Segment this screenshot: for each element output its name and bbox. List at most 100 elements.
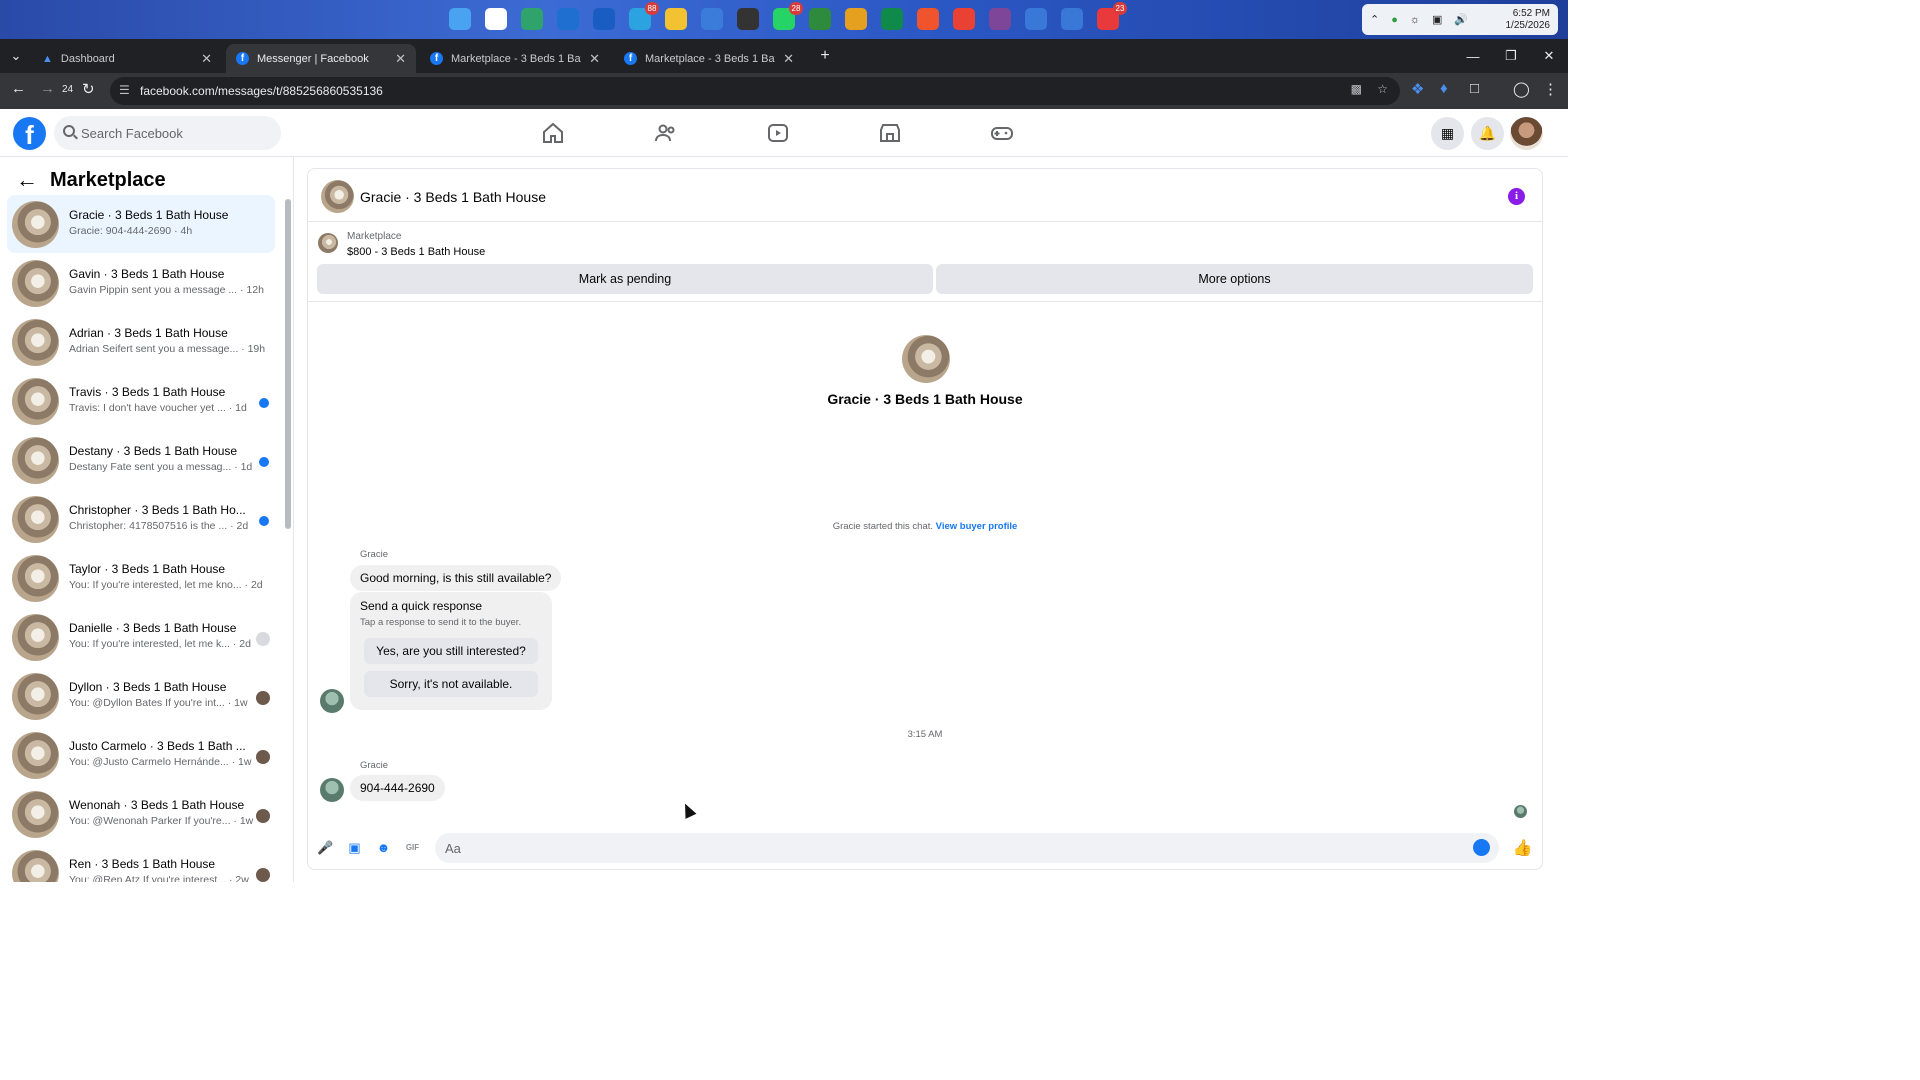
seen-avatar xyxy=(256,868,270,882)
reload-icon[interactable]: ↻ xyxy=(82,80,95,98)
sender-avatar[interactable] xyxy=(320,689,344,713)
view-buyer-profile-link[interactable]: View buyer profile xyxy=(936,521,1018,532)
info-icon[interactable]: i xyxy=(1508,188,1525,205)
search-input[interactable]: Search Facebook xyxy=(54,116,281,150)
tab-marketplace-1[interactable]: f Marketplace - 3 Beds 1 Bath Ho ✕ xyxy=(420,44,610,73)
close-tab-icon[interactable]: ✕ xyxy=(395,51,406,67)
photo-icon[interactable]: ▣ xyxy=(346,839,363,856)
brave-icon[interactable] xyxy=(912,3,944,35)
notifications-bell-icon[interactable]: 🔔 xyxy=(1471,117,1504,150)
brightness-icon[interactable]: ☼ xyxy=(1410,14,1420,26)
ad-app-icon[interactable]: 23 xyxy=(1092,2,1127,35)
minimize-button[interactable]: — xyxy=(1454,39,1492,73)
sail-app-icon[interactable] xyxy=(1020,3,1052,35)
search-icon[interactable] xyxy=(480,3,512,35)
listing-price[interactable]: $800 - 3 Beds 1 Bath House xyxy=(347,246,485,258)
conversation-item[interactable]: Adrian · 3 Beds 1 Bath House Adrian Seife… xyxy=(7,313,275,371)
install-app-icon[interactable]: ▩ xyxy=(1351,82,1362,96)
chevron-up-icon[interactable]: ⌃ xyxy=(1370,13,1379,26)
browser-menu-icon[interactable]: ⋮ xyxy=(1543,80,1558,98)
restore-button[interactable]: ❐ xyxy=(1492,39,1530,73)
volume-icon[interactable]: 🔊 xyxy=(1454,13,1468,26)
tripadvisor-icon[interactable] xyxy=(876,3,908,35)
store-icon[interactable] xyxy=(588,3,620,35)
bookmark-star-icon[interactable]: ☆ xyxy=(1377,82,1388,96)
tab-search-icon[interactable]: ⌄ xyxy=(0,39,32,73)
notepad-icon[interactable] xyxy=(696,3,728,35)
display-icon[interactable]: ▣ xyxy=(1432,13,1442,26)
emoji-icon[interactable] xyxy=(1473,839,1490,856)
file-explorer-icon[interactable] xyxy=(660,3,692,35)
marketplace-icon[interactable] xyxy=(878,121,902,145)
mark-as-pending-button[interactable]: Mark as pending xyxy=(317,264,933,294)
tab-marketplace-2[interactable]: f Marketplace - 3 Beds 1 Bath Ho ✕ xyxy=(614,44,804,73)
profile-icon[interactable]: ◯ xyxy=(1513,80,1530,98)
tab-messenger[interactable]: f Messenger | Facebook ✕ xyxy=(226,44,416,73)
close-tab-icon[interactable]: ✕ xyxy=(589,51,600,67)
close-tab-icon[interactable]: ✕ xyxy=(783,51,794,67)
system-tray[interactable]: ⌃ ● ☼ ▣ 🔊 6:52 PM 1/25/2026 xyxy=(1362,4,1558,35)
sender-avatar[interactable] xyxy=(320,778,344,802)
conversation-item[interactable]: Gracie · 3 Beds 1 Bath House Gracie: 904-… xyxy=(7,195,275,253)
message-bubble[interactable]: 904-444-2690 xyxy=(350,775,445,801)
back-arrow-icon[interactable]: ← xyxy=(11,80,26,97)
friends-icon[interactable] xyxy=(654,121,678,145)
sail-app-2-icon[interactable] xyxy=(1056,3,1088,35)
thumbs-up-icon[interactable]: 👍 xyxy=(1513,839,1533,857)
site-info-icon[interactable]: ☰ xyxy=(119,83,130,97)
conversation-item[interactable]: Destany · 3 Beds 1 Bath House Destany Fat… xyxy=(7,431,275,489)
close-window-button[interactable]: ✕ xyxy=(1530,39,1568,73)
conversation-item[interactable]: Travis · 3 Beds 1 Bath House Travis: I do… xyxy=(7,372,275,430)
lock-app-icon[interactable] xyxy=(804,3,836,35)
edge-icon[interactable] xyxy=(516,3,548,35)
extension-1-icon[interactable]: ❖ xyxy=(1411,80,1424,98)
extension-2-icon[interactable]: ♦ xyxy=(1440,80,1448,97)
close-tab-icon[interactable]: ✕ xyxy=(201,51,212,67)
conversation-item[interactable]: Wenonah · 3 Beds 1 Bath House You: @Wenon… xyxy=(7,785,275,843)
chat-avatar[interactable] xyxy=(321,180,354,213)
message-input[interactable]: Aa xyxy=(435,833,1499,863)
account-avatar[interactable] xyxy=(1510,117,1543,150)
back-arrow-icon[interactable]: ← xyxy=(16,167,38,193)
home-icon[interactable] xyxy=(541,121,565,145)
tor-icon[interactable] xyxy=(984,3,1016,35)
conversation-item[interactable]: Gavin · 3 Beds 1 Bath House Gavin Pippin … xyxy=(7,254,275,312)
facebook-logo-icon[interactable]: f xyxy=(13,117,46,150)
chrome-icon[interactable] xyxy=(948,3,980,35)
gaming-icon[interactable] xyxy=(990,121,1014,145)
back-history-count: 24 xyxy=(62,84,74,95)
sidebar-scrollbar[interactable] xyxy=(285,199,291,529)
forward-arrow-icon[interactable]: → xyxy=(40,80,55,97)
conversation-item[interactable]: Justo Carmelo · 3 Beds 1 Bath ... You: @J… xyxy=(7,726,275,784)
quick-reply-not-available-button[interactable]: Sorry, it's not available. xyxy=(364,671,538,697)
windows-start-icon[interactable] xyxy=(444,3,476,35)
conversation-item[interactable]: Taylor · 3 Beds 1 Bath House You: If you'… xyxy=(7,549,275,607)
whatsapp-icon[interactable]: 28 xyxy=(768,2,803,35)
more-options-button[interactable]: More options xyxy=(936,264,1533,294)
conversation-name: Destany · 3 Beds 1 Bath House xyxy=(69,444,238,458)
network-status-icon[interactable]: ● xyxy=(1391,14,1398,26)
menu-grid-icon[interactable]: ▦ xyxy=(1431,117,1464,150)
video-icon[interactable] xyxy=(766,121,790,145)
microphone-icon[interactable]: 🎤 xyxy=(317,839,334,856)
conversation-item[interactable]: Christopher · 3 Beds 1 Bath Ho... Christo… xyxy=(7,490,275,548)
facebook-favicon-icon: f xyxy=(236,52,249,65)
listing-thumbnail[interactable] xyxy=(318,233,338,253)
outlook-icon[interactable] xyxy=(552,3,584,35)
app-icon[interactable] xyxy=(732,3,764,35)
extensions-puzzle-icon[interactable]: □ xyxy=(1470,80,1479,97)
message-bubble[interactable]: Good morning, is this still available? xyxy=(350,565,562,591)
conversation-item[interactable]: Dyllon · 3 Beds 1 Bath House You: @Dyllon… xyxy=(7,667,275,725)
new-tab-button[interactable]: + xyxy=(806,39,844,73)
telegram-icon[interactable]: 88 xyxy=(624,2,659,35)
sticker-icon[interactable]: ☻ xyxy=(375,839,392,856)
gif-icon[interactable]: GIF xyxy=(404,839,421,856)
chat-title[interactable]: Gracie · 3 Beds 1 Bath House xyxy=(360,189,546,205)
quick-reply-interested-button[interactable]: Yes, are you still interested? xyxy=(364,638,538,664)
tab-dashboard[interactable]: ▲ Dashboard ✕ xyxy=(32,44,222,73)
color-app-icon[interactable] xyxy=(840,3,872,35)
conversation-item[interactable]: Danielle · 3 Beds 1 Bath House You: If yo… xyxy=(7,608,275,666)
conversation-item[interactable]: Ren · 3 Beds 1 Bath House You: @Ren Atz I… xyxy=(7,844,275,882)
url-input[interactable]: ☰ facebook.com/messages/t/88525686053513… xyxy=(110,77,1400,105)
system-clock[interactable]: 6:52 PM 1/25/2026 xyxy=(1506,8,1551,32)
